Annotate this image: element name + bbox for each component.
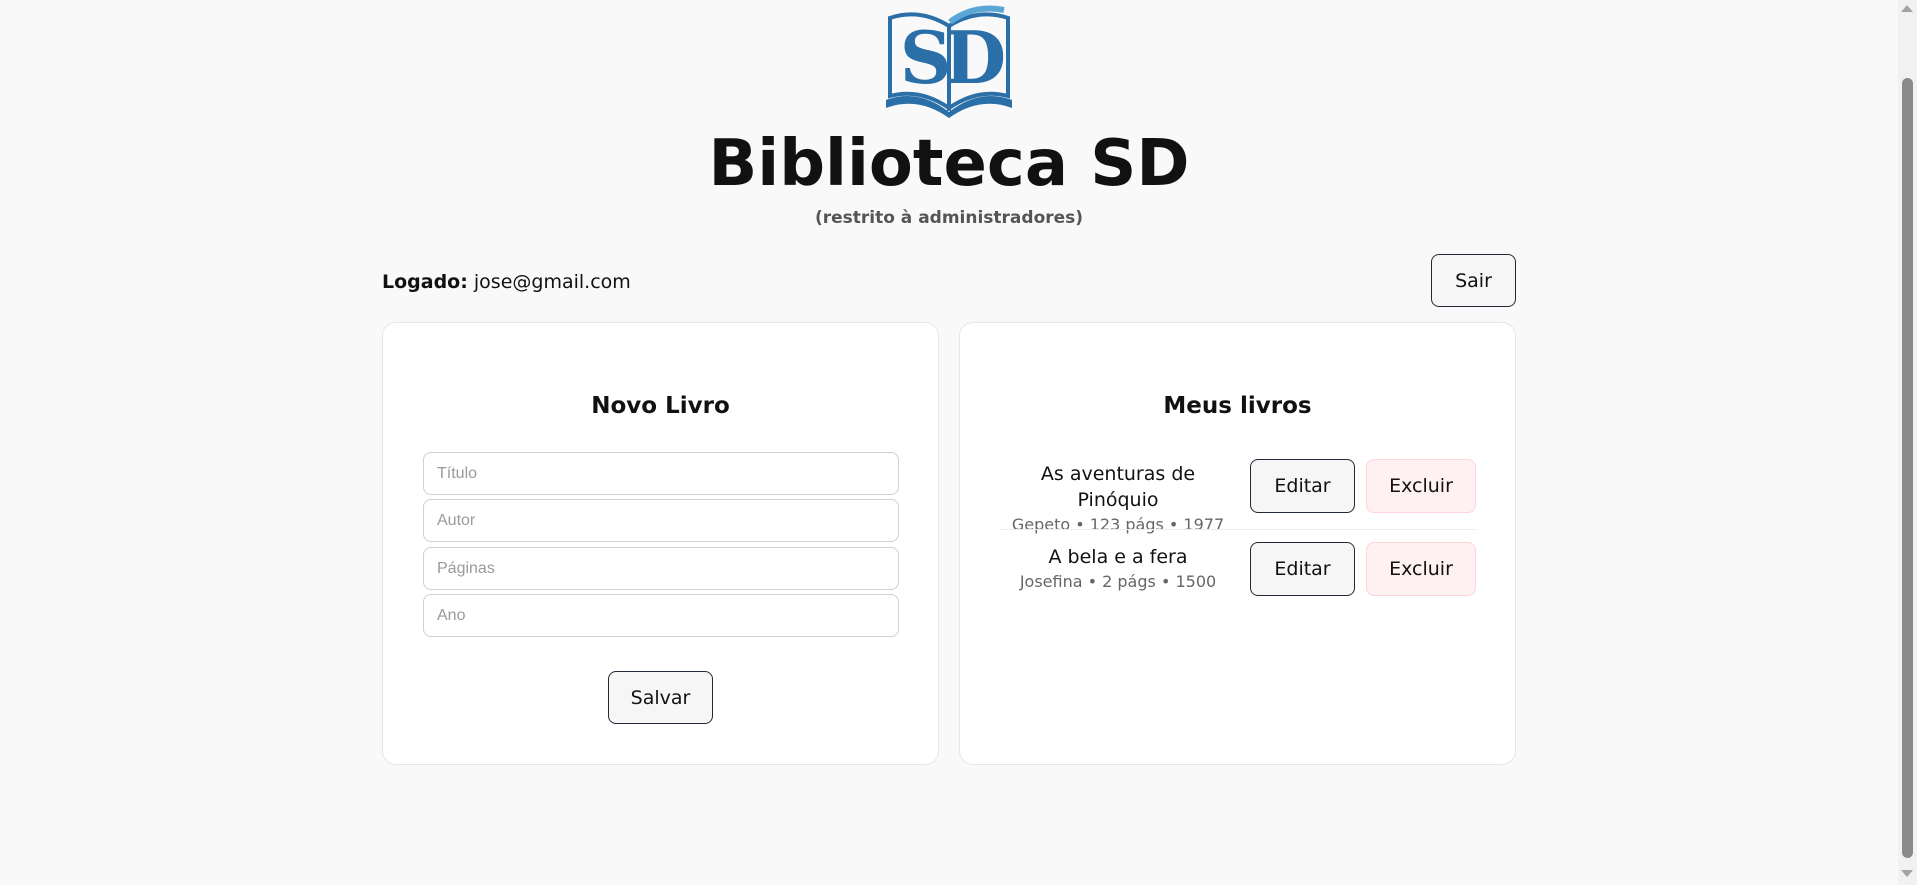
my-books-card: Meus livros As aventuras de Pinóquio Gep… <box>959 322 1516 765</box>
logout-button[interactable]: Sair <box>1431 254 1516 307</box>
pages-input[interactable] <box>423 547 899 590</box>
logo-initials: SD <box>899 15 1006 100</box>
new-book-card: Novo Livro Salvar <box>382 322 939 765</box>
book-meta: Gepeto • 123 págs • 1977 <box>1011 515 1225 534</box>
delete-button[interactable]: Excluir <box>1366 542 1476 596</box>
library-logo: SD <box>880 4 1018 118</box>
save-button[interactable]: Salvar <box>608 671 713 724</box>
delete-button[interactable]: Excluir <box>1366 459 1476 513</box>
book-info: As aventuras de Pinóquio Gepeto • 123 pá… <box>1000 461 1236 537</box>
page-title: Biblioteca SD <box>708 127 1190 201</box>
book-title: A bela e a fera <box>1048 546 1188 568</box>
scroll-up-arrow-icon[interactable] <box>1901 5 1913 12</box>
author-input[interactable] <box>423 499 899 542</box>
book-info: A bela e a fera Josefina • 2 págs • 1500 <box>1000 544 1236 594</box>
scroll-down-arrow-icon[interactable] <box>1901 870 1913 877</box>
my-books-title: Meus livros <box>1163 393 1312 419</box>
new-book-title: Novo Livro <box>591 393 730 419</box>
logged-label: Logado: <box>382 271 468 293</box>
vertical-scrollbar[interactable] <box>1898 0 1917 885</box>
divider <box>1000 529 1476 530</box>
logged-user: Logado: jose@gmail.com <box>382 268 631 296</box>
page-subtitle: (restrito à administradores) <box>814 208 1084 228</box>
year-input[interactable] <box>423 594 899 637</box>
page: SD Biblioteca SD (restrito à administrad… <box>0 0 1898 885</box>
edit-button[interactable]: Editar <box>1250 459 1355 513</box>
book-row: A bela e a fera Josefina • 2 págs • 1500… <box>1000 542 1476 624</box>
book-title: As aventuras de Pinóquio <box>1040 463 1196 511</box>
title-input[interactable] <box>423 452 899 495</box>
logged-email: jose@gmail.com <box>473 271 631 293</box>
scroll-thumb[interactable] <box>1902 78 1913 858</box>
edit-button[interactable]: Editar <box>1250 542 1355 596</box>
book-meta: Josefina • 2 págs • 1500 <box>1019 572 1217 591</box>
